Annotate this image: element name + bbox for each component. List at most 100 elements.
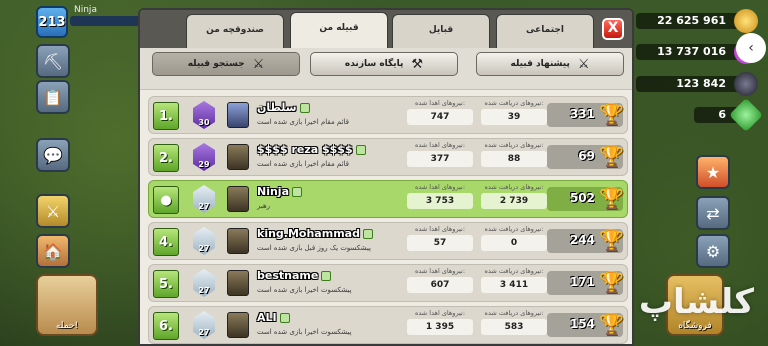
settings-gear-icon[interactable]: ⚙ xyxy=(696,234,730,268)
received-value: 2 739 xyxy=(481,193,547,209)
donated-header: نیروهای اهدا شده: xyxy=(414,141,466,149)
received-stat: نیروهای دریافت شده: 0 xyxy=(481,225,547,257)
subtab-bar: پیشنهاد قبیله ⚔ پایگاه سازنده ⚒ جستجو قب… xyxy=(140,48,632,90)
clan-suggest-button[interactable]: پیشنهاد قبیله ⚔ xyxy=(476,52,624,76)
builder-icon[interactable]: ⛏ xyxy=(36,44,70,78)
received-header: نیروهای دریافت شده: xyxy=(484,99,544,107)
member-list: 1. 30 سلطان قائم مقام اخیرا بازی شده است… xyxy=(148,96,628,344)
town-hall-icon xyxy=(227,270,249,296)
builder-hut-icon[interactable]: 🏠 xyxy=(36,234,70,268)
received-stat: نیروهای دریافت شده: 88 xyxy=(481,141,547,173)
trophy-icon: 🏆 xyxy=(599,102,624,126)
trophy-icon: 🏆 xyxy=(599,144,624,168)
tab-my-profile[interactable]: صندوقچه من xyxy=(186,14,284,48)
member-rank: 4. xyxy=(153,228,179,256)
clan-war-icon[interactable]: ⚔ xyxy=(36,194,70,228)
donated-stat: نیروهای اهدا شده: 1 395 xyxy=(407,309,473,341)
received-value: 3 411 xyxy=(481,277,547,293)
event-icon[interactable]: ★ xyxy=(696,155,730,189)
left-hud: 213 Ninja ⛏ 📋 💬 ⚔ 🏠 حمله! xyxy=(0,0,140,346)
member-name: ALI xyxy=(257,311,290,324)
member-name: سلطان xyxy=(257,101,310,114)
trophy-box: 244 🏆 xyxy=(547,228,624,253)
member-row[interactable]: 6. 27 ALI پیشکسوت اخیرا بازی شده است نیر… xyxy=(148,306,628,344)
member-role: رهبر xyxy=(257,202,271,210)
note-icon xyxy=(355,145,366,155)
builder-base-button[interactable]: پایگاه سازنده ⚒ xyxy=(310,52,458,76)
donated-value: 747 xyxy=(407,109,473,125)
league-shield-icon: 27 xyxy=(193,227,215,255)
member-role: قائم مقام اخیرا بازی شده است xyxy=(257,160,350,168)
received-stat: نیروهای دریافت شده: 39 xyxy=(481,99,547,131)
received-stat: نیروهای دریافت شده: 583 xyxy=(481,309,547,341)
member-rank: 2. xyxy=(153,144,179,172)
town-hall-icon xyxy=(227,102,249,128)
clipboard-icon[interactable]: 📋 xyxy=(36,80,70,114)
donated-value: 1 395 xyxy=(407,319,473,335)
tab-my-clan[interactable]: قبیله من xyxy=(290,12,388,48)
member-name: $$$$ reza $$$$ xyxy=(257,143,366,156)
modal-tabs: اجتماعی قبایل قبیله من صندوقچه من X xyxy=(140,10,632,48)
chat-icon[interactable]: 💬 xyxy=(36,138,70,172)
received-header: نیروهای دریافت شده: xyxy=(484,225,544,233)
member-rank: 5. xyxy=(153,270,179,298)
member-row[interactable]: 2. 29 $$$$ reza $$$$ قائم مقام اخیرا باز… xyxy=(148,138,628,176)
dark-elixir-counter: 123 842 xyxy=(636,72,758,96)
donated-value: 57 xyxy=(407,235,473,251)
swords-icon: ⚔ xyxy=(577,56,590,72)
friend-icon[interactable]: ⇄ xyxy=(696,196,730,230)
gold-counter: 22 625 961 xyxy=(636,9,758,33)
gem-counter[interactable]: 6 xyxy=(694,98,763,132)
league-shield-icon: 27 xyxy=(193,185,215,213)
trophy-count: 502 xyxy=(569,191,595,205)
member-rank: 6. xyxy=(153,312,179,340)
received-stat: نیروهای دریافت شده: 2 739 xyxy=(481,183,547,215)
received-header: نیروهای دریافت شده: xyxy=(484,267,544,275)
note-icon xyxy=(292,187,303,197)
clan-search-button[interactable]: جستجو قبیله ⚔ xyxy=(152,52,300,76)
member-row[interactable]: ● 27 Ninja رهبر نیروهای اهدا شده: 3 753 … xyxy=(148,180,628,218)
trophy-box: 69 🏆 xyxy=(547,144,624,169)
donated-stat: نیروهای اهدا شده: 377 xyxy=(407,141,473,173)
member-rank: 1. xyxy=(153,102,179,130)
hammer-icon: ⚒ xyxy=(411,56,424,72)
donated-stat: نیروهای اهدا شده: 3 753 xyxy=(407,183,473,215)
player-name: Ninja xyxy=(74,5,97,15)
donated-header: نیروهای اهدا شده: xyxy=(414,225,466,233)
member-role: پیشکسوت یک روز قبل بازی شده است xyxy=(257,244,371,252)
trophy-box: 171 🏆 xyxy=(547,270,624,295)
received-value: 88 xyxy=(481,151,547,167)
received-header: نیروهای دریافت شده: xyxy=(484,183,544,191)
right-hud: 22 625 961 13 737 016 123 842 6 ‹ ★ ⇄ ⚙ … xyxy=(628,0,768,346)
member-row[interactable]: 1. 30 سلطان قائم مقام اخیرا بازی شده است… xyxy=(148,96,628,134)
trophy-count: 154 xyxy=(569,317,595,331)
trophy-icon: 🏆 xyxy=(599,270,624,294)
trophy-icon: 🏆 xyxy=(599,186,624,210)
donated-header: نیروهای اهدا شده: xyxy=(414,183,466,191)
trophy-count: 244 xyxy=(569,233,595,247)
dark-elixir-value: 123 842 xyxy=(676,77,726,90)
member-row[interactable]: 4. 27 king.Mohammad پیشکسوت یک روز قبل ب… xyxy=(148,222,628,260)
attack-map-button[interactable]: حمله! xyxy=(36,274,98,336)
donated-stat: نیروهای اهدا شده: 607 xyxy=(407,267,473,299)
tab-social[interactable]: اجتماعی xyxy=(496,14,594,48)
member-role: قائم مقام اخیرا بازی شده است xyxy=(257,118,350,126)
donated-value: 377 xyxy=(407,151,473,167)
close-button[interactable]: X xyxy=(602,18,624,40)
xp-level-badge[interactable]: 213 xyxy=(36,6,68,38)
note-icon xyxy=(321,271,332,281)
modal-content: پیشنهاد قبیله ⚔ پایگاه سازنده ⚒ جستجو قب… xyxy=(140,48,632,344)
note-icon xyxy=(362,229,373,239)
league-shield-icon: 27 xyxy=(193,269,215,297)
town-hall-icon xyxy=(227,186,249,212)
tab-clans[interactable]: قبایل xyxy=(392,14,490,48)
league-shield-icon: 30 xyxy=(193,101,215,129)
shop-label: فروشگاه xyxy=(678,321,712,331)
subtab-label: جستجو قبیله xyxy=(187,59,245,69)
donated-header: نیروهای اهدا شده: xyxy=(414,99,466,107)
member-row[interactable]: 5. 27 bestname پیشکسوت اخیرا بازی شده اس… xyxy=(148,264,628,302)
clan-modal: اجتماعی قبایل قبیله من صندوقچه من X پیشن… xyxy=(138,8,634,346)
member-rank: ● xyxy=(153,186,179,214)
donated-stat: نیروهای اهدا شده: 57 xyxy=(407,225,473,257)
chevron-left-icon[interactable]: ‹ xyxy=(736,33,766,63)
